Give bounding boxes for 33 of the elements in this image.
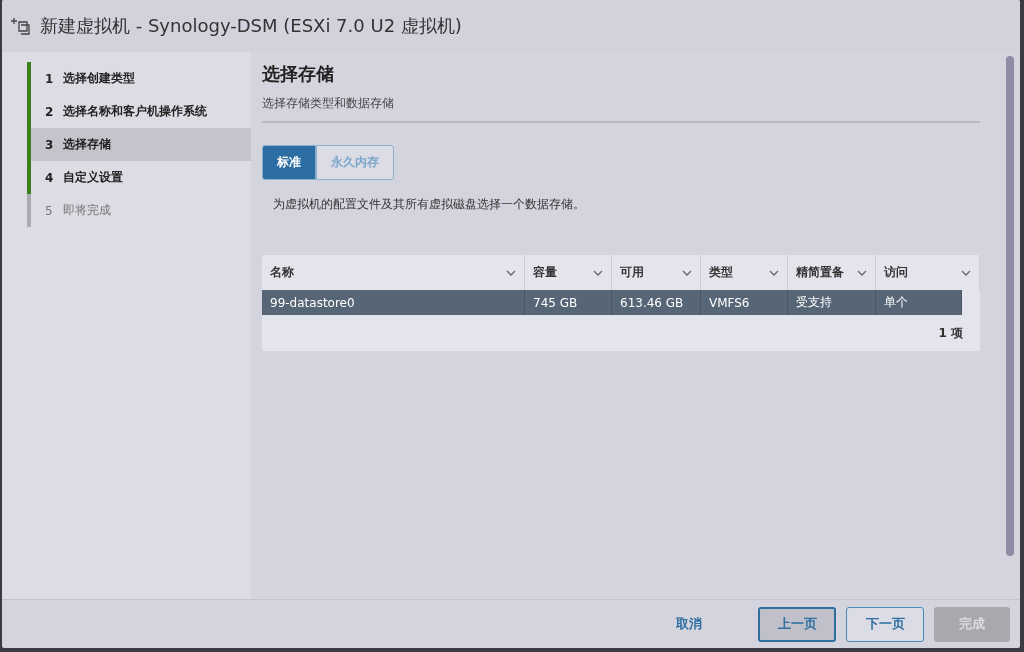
wizard-step[interactable]: 1 选择创建类型	[27, 62, 251, 95]
table-cell: 745 GB	[525, 290, 612, 315]
column-label: 精简置备	[796, 264, 844, 281]
caret-icon	[506, 269, 516, 276]
column-label: 类型	[709, 264, 733, 281]
window-title: 新建虚拟机 - Synology-DSM (ESXi 7.0 U2 虚拟机)	[40, 14, 462, 38]
wizard-step[interactable]: 3 选择存储	[27, 128, 251, 161]
wizard-step[interactable]: 5 即将完成	[27, 194, 251, 227]
table-cell: 受支持	[788, 290, 876, 315]
new-vm-icon	[10, 16, 32, 36]
item-count: 1 项	[938, 324, 963, 342]
page-subtitle: 选择存储类型和数据存储	[262, 95, 980, 123]
wizard-step[interactable]: 4 自定义设置	[27, 161, 251, 194]
column-label: 名称	[270, 264, 294, 281]
caret-icon	[593, 269, 603, 276]
caret-icon	[682, 269, 692, 276]
page-title: 选择存储	[262, 62, 335, 86]
caret-icon	[769, 269, 779, 276]
storage-type-tab[interactable]: 标准	[262, 145, 316, 180]
scrollbar[interactable]	[1006, 56, 1014, 556]
column-label: 可用	[620, 264, 644, 281]
column-label: 容量	[533, 264, 557, 281]
caret-icon	[857, 269, 867, 276]
wizard-button[interactable]: 下一页	[846, 606, 924, 642]
table-cell: 单个	[876, 290, 962, 315]
table-cell: 99-datastore0	[262, 290, 525, 315]
caret-icon	[961, 269, 971, 276]
table-cell: VMFS6	[701, 290, 788, 315]
description: 为虚拟机的配置文件及其所有虚拟磁盘选择一个数据存储。	[273, 196, 586, 213]
column-label: 访问	[884, 264, 908, 281]
table-row[interactable]: 99-datastore0 745 GB 613.46 GB VMFS6 受支持 单个	[262, 290, 962, 315]
table-cell: 613.46 GB	[612, 290, 701, 315]
wizard-button[interactable]: 取消	[650, 606, 728, 642]
